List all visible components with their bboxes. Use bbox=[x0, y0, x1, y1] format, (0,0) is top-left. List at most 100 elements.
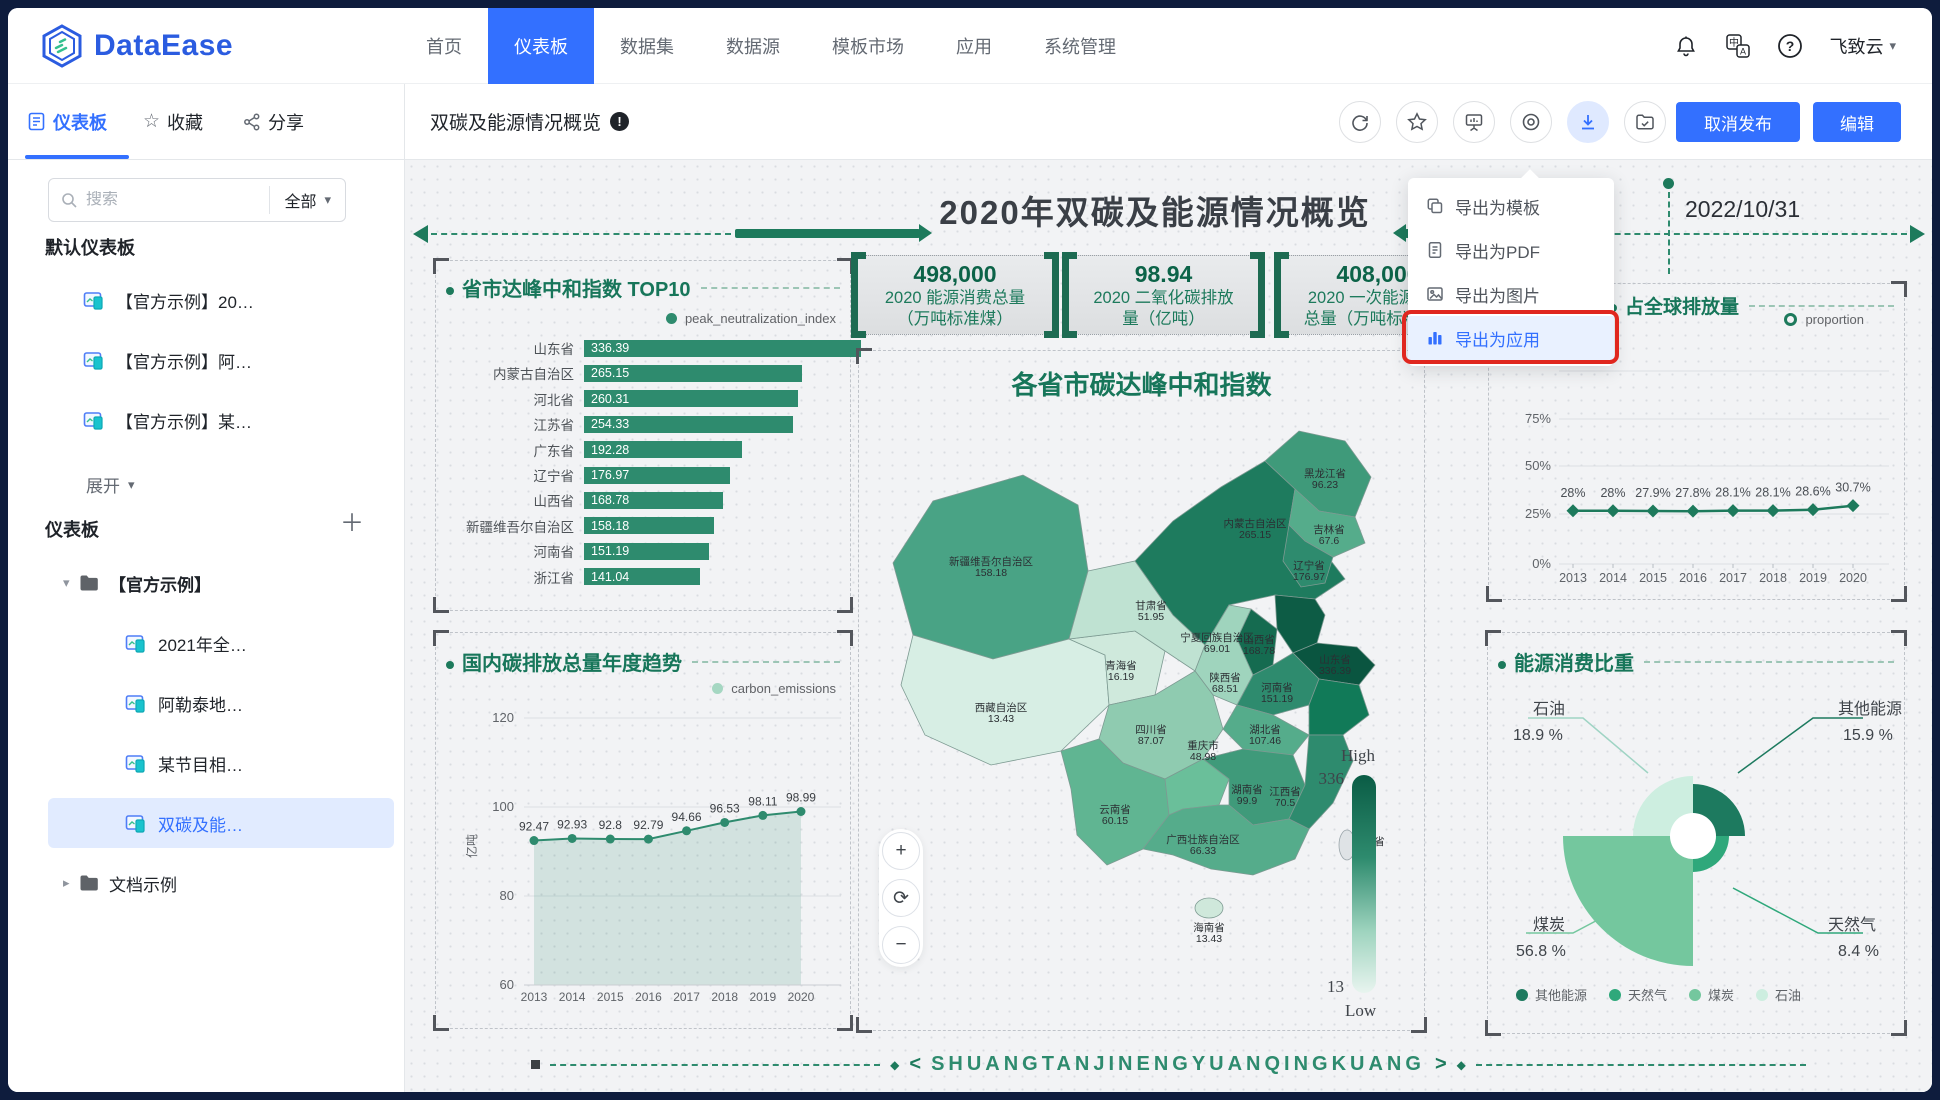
cancel-publish-button[interactable]: 取消发布 bbox=[1676, 102, 1800, 142]
menu-item-3[interactable]: 导出为应用 bbox=[1408, 316, 1614, 360]
top10-title: 省市达峰中和指数 TOP10 bbox=[446, 273, 691, 302]
legend-item[interactable]: 其他能源 bbox=[1516, 985, 1587, 1004]
translate-icon[interactable]: 中 A bbox=[1725, 33, 1751, 59]
svg-text:92.93: 92.93 bbox=[557, 817, 587, 831]
warning-icon[interactable]: ! bbox=[610, 112, 629, 131]
nav-item-4[interactable]: 模板市场 bbox=[806, 8, 930, 84]
table-row[interactable]: 广东省192.28 bbox=[436, 441, 850, 459]
table-row[interactable]: 新疆维吾尔自治区158.18 bbox=[436, 517, 850, 535]
date-marker-line bbox=[1668, 192, 1670, 274]
edge-arrow-right-icon bbox=[1910, 225, 1925, 243]
share-icon bbox=[243, 113, 261, 131]
pie-callout-value: 15.9 % bbox=[1843, 727, 1893, 745]
dataease-logo[interactable]: DataEase bbox=[40, 24, 400, 68]
download-icon[interactable] bbox=[1567, 101, 1609, 143]
nav-item-1[interactable]: 仪表板 bbox=[488, 8, 594, 84]
search-icon bbox=[61, 192, 78, 209]
menu-item-2[interactable]: 导出为图片 bbox=[1408, 272, 1614, 316]
expand-toggle[interactable]: 展开▾ bbox=[86, 472, 135, 497]
visualmap-high-label: High bbox=[1341, 746, 1375, 766]
dashboard-item-icon bbox=[125, 813, 146, 834]
china-map[interactable]: 新疆维吾尔自治区158.18西藏自治区13.43青海省16.19甘肃省51.95… bbox=[873, 403, 1393, 963]
legend-item[interactable]: 天然气 bbox=[1609, 985, 1667, 1004]
tab-share[interactable]: 分享 bbox=[243, 109, 304, 135]
svg-text:87.07: 87.07 bbox=[1138, 735, 1164, 747]
svg-text:2013: 2013 bbox=[521, 990, 548, 1004]
deco-arrow-left bbox=[735, 229, 920, 238]
logo-text: DataEase bbox=[94, 29, 233, 63]
tree-item-1[interactable]: 阿勒泰地… bbox=[8, 676, 404, 730]
add-board-button[interactable]: ＋ bbox=[340, 512, 364, 536]
tree-item-3[interactable]: 双碳及能… bbox=[8, 796, 404, 850]
help-icon[interactable]: ? bbox=[1777, 33, 1803, 59]
refresh-icon[interactable] bbox=[1339, 101, 1381, 143]
energy-mix-chart[interactable] bbox=[1488, 633, 1906, 1035]
nav-item-6[interactable]: 系统管理 bbox=[1018, 8, 1142, 84]
tree-item-2[interactable]: 某节目相… bbox=[8, 736, 404, 790]
legend-item[interactable]: 石油 bbox=[1756, 985, 1801, 1004]
folder-check-icon[interactable] bbox=[1624, 101, 1666, 143]
resize-handle[interactable] bbox=[531, 1060, 540, 1069]
nav-item-2[interactable]: 数据集 bbox=[594, 8, 700, 84]
pie-callout-name: 其他能源 bbox=[1838, 695, 1902, 719]
image-icon bbox=[1426, 285, 1444, 303]
top-navbar: DataEase 首页仪表板数据集数据源模板市场应用系统管理 中 A ? 飞致云… bbox=[8, 8, 1932, 84]
map-zoom-in-button[interactable]: + bbox=[882, 832, 920, 870]
svg-text:亿吨: 亿吨 bbox=[464, 834, 479, 858]
table-row[interactable]: 江苏省254.33 bbox=[436, 415, 850, 433]
search-input[interactable] bbox=[86, 191, 269, 209]
active-tab-underline bbox=[25, 155, 129, 159]
star-icon[interactable] bbox=[1396, 101, 1438, 143]
tree-item-0[interactable]: 2021年全… bbox=[8, 616, 404, 670]
bar: 141.04 bbox=[584, 568, 700, 585]
nav-item-5[interactable]: 应用 bbox=[930, 8, 1018, 84]
table-row[interactable]: 内蒙古自治区265.15 bbox=[436, 364, 850, 382]
sidebar: 仪表板 ☆ 收藏 分享 全部▾ 默认仪表板 bbox=[8, 84, 405, 1092]
bell-icon[interactable] bbox=[1673, 33, 1699, 59]
bar: 265.15 bbox=[584, 365, 802, 382]
menu-item-0[interactable]: 导出为模板 bbox=[1408, 184, 1614, 228]
svg-text:151.19: 151.19 bbox=[1261, 693, 1293, 705]
svg-text:99.9: 99.9 bbox=[1237, 795, 1258, 807]
svg-text:67.6: 67.6 bbox=[1319, 535, 1340, 547]
table-row[interactable]: 辽宁省176.97 bbox=[436, 466, 850, 484]
table-row[interactable]: 河北省260.31 bbox=[436, 390, 850, 408]
svg-text:92.47: 92.47 bbox=[519, 820, 549, 834]
kpi-value: 98.94 bbox=[1069, 261, 1258, 288]
map-zoom-out-button[interactable]: − bbox=[882, 926, 920, 964]
edit-button[interactable]: 编辑 bbox=[1813, 102, 1901, 142]
svg-text:2020: 2020 bbox=[788, 990, 815, 1004]
svg-text:28.1%: 28.1% bbox=[1715, 486, 1750, 500]
chevron-down-icon: ▾ bbox=[324, 192, 331, 208]
svg-text:158.18: 158.18 bbox=[975, 567, 1007, 579]
svg-text:176.97: 176.97 bbox=[1293, 571, 1325, 583]
nav-item-3[interactable]: 数据源 bbox=[700, 8, 806, 84]
tree-folder-official[interactable]: ▾【官方示例】 bbox=[63, 556, 459, 610]
svg-text:60.15: 60.15 bbox=[1102, 815, 1128, 827]
menu-item-1[interactable]: 导出为PDF bbox=[1408, 228, 1614, 272]
tab-dashboards[interactable]: 仪表板 bbox=[27, 109, 107, 135]
trend-chart[interactable]: 1201008060亿吨92.47201392.93201492.8201592… bbox=[436, 633, 852, 1030]
preview-icon[interactable] bbox=[1510, 101, 1552, 143]
legend-item[interactable]: 煤炭 bbox=[1689, 985, 1734, 1004]
pie-callout-name: 煤炭 bbox=[1533, 911, 1565, 935]
tree-folder-docs[interactable]: ▸文档示例 bbox=[63, 856, 459, 910]
user-menu[interactable]: 飞致云 ▾ bbox=[1829, 33, 1896, 59]
svg-text:2015: 2015 bbox=[1639, 571, 1667, 585]
app-window: DataEase 首页仪表板数据集数据源模板市场应用系统管理 中 A ? 飞致云… bbox=[8, 8, 1932, 1092]
footer-banner: ◆ < SHUANGTANJINENGYUANQINGKUANG > ◆ bbox=[405, 1053, 1932, 1076]
board-icon[interactable] bbox=[1453, 101, 1495, 143]
svg-text:2019: 2019 bbox=[749, 990, 776, 1004]
caret-down-icon: ▾ bbox=[63, 575, 79, 591]
search-filter-dropdown[interactable]: 全部▾ bbox=[270, 188, 345, 212]
dashboard-item-icon bbox=[125, 753, 146, 774]
table-row[interactable]: 河南省151.19 bbox=[436, 542, 850, 560]
table-row[interactable]: 浙江省141.04 bbox=[436, 568, 850, 586]
tab-favorites[interactable]: ☆ 收藏 bbox=[143, 109, 203, 135]
nav-item-0[interactable]: 首页 bbox=[400, 8, 488, 84]
table-row[interactable]: 山西省168.78 bbox=[436, 491, 850, 509]
table-row[interactable]: 山东省336.39 bbox=[436, 339, 850, 357]
svg-text:2016: 2016 bbox=[635, 990, 662, 1004]
sidebar-tabs: 仪表板 ☆ 收藏 分享 bbox=[8, 84, 404, 160]
map-reset-button[interactable]: ⟳ bbox=[882, 879, 920, 917]
